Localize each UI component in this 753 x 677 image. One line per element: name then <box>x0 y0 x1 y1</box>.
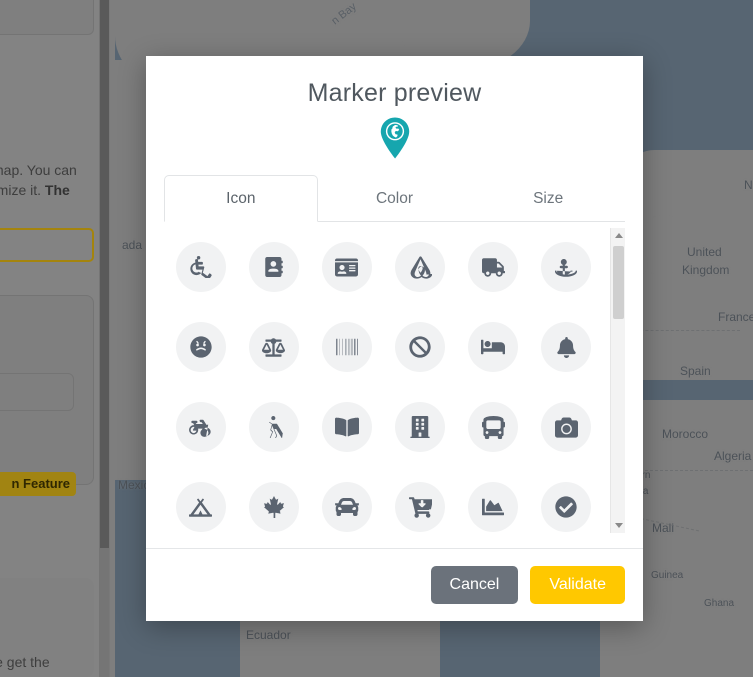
bus-icon <box>482 416 505 439</box>
tab-icon[interactable]: Icon <box>164 175 318 222</box>
icon-option-wheelchair[interactable] <box>164 242 237 292</box>
bed-icon <box>481 335 505 359</box>
icon-option-cart-arrow-down[interactable] <box>383 482 456 532</box>
icon-option-camera[interactable] <box>530 402 603 452</box>
marker-preview-modal: Marker preview Icon Color Size <box>146 56 643 621</box>
cart-arrow-down-icon <box>409 496 432 519</box>
icon-option-barcode[interactable] <box>310 322 383 372</box>
icon-option-blind-person[interactable] <box>237 402 310 452</box>
icon-option-id-card[interactable] <box>310 242 383 292</box>
icon-grid <box>164 228 625 532</box>
icon-option-balance-scale[interactable] <box>237 322 310 372</box>
icon-grid-scrollbar-thumb[interactable] <box>613 246 624 319</box>
icon-option-canadian-maple-leaf[interactable] <box>237 482 310 532</box>
icon-option-chart-area[interactable] <box>457 482 530 532</box>
address-book-icon <box>264 257 284 277</box>
icon-option-check-circle[interactable] <box>530 482 603 532</box>
icon-option-bicycle[interactable] <box>164 402 237 452</box>
modal-footer: Cancel Validate <box>146 548 643 621</box>
icon-grid-scrollbar-track[interactable] <box>610 228 625 533</box>
car-icon <box>335 495 359 519</box>
icon-option-ban[interactable] <box>383 322 456 372</box>
icon-option-building[interactable] <box>383 402 456 452</box>
building-icon <box>410 416 430 438</box>
balance-scale-icon <box>262 336 285 359</box>
icon-option-car[interactable] <box>310 482 383 532</box>
tab-color[interactable]: Color <box>318 175 472 222</box>
ban-icon <box>409 336 431 358</box>
map-pin-globe-icon <box>380 117 410 159</box>
icon-option-ambulance[interactable] <box>457 242 530 292</box>
icon-option-book-open[interactable] <box>310 402 383 452</box>
scroll-up-arrow-icon[interactable] <box>611 228 625 243</box>
icon-grid-area <box>164 228 625 533</box>
check-circle-icon <box>555 496 577 518</box>
ambulance-icon <box>482 256 505 279</box>
campground-icon <box>189 496 212 519</box>
icon-option-campground[interactable] <box>164 482 237 532</box>
tab-size[interactable]: Size <box>471 175 625 222</box>
cancel-button[interactable]: Cancel <box>431 566 519 604</box>
icon-option-angry-face[interactable] <box>164 322 237 372</box>
icon-option-bed[interactable] <box>457 322 530 372</box>
book-open-icon <box>335 415 359 439</box>
icon-option-airbnb[interactable] <box>383 242 456 292</box>
canadian-maple-leaf-icon <box>263 496 285 518</box>
anchor-icon <box>555 256 577 278</box>
bell-icon <box>556 337 577 358</box>
barcode-icon <box>336 336 358 358</box>
modal-title: Marker preview <box>146 79 643 108</box>
angry-face-icon <box>190 336 212 358</box>
id-card-icon <box>335 256 358 279</box>
app-root: n Bay ada Mexico Ecuador United Kingdom … <box>0 0 753 677</box>
chart-area-icon <box>482 496 504 518</box>
icon-option-bus[interactable] <box>457 402 530 452</box>
bicycle-icon <box>189 415 213 439</box>
airbnb-icon <box>409 256 432 279</box>
validate-button[interactable]: Validate <box>530 566 625 604</box>
icon-option-bell[interactable] <box>530 322 603 372</box>
modal-tabs: Icon Color Size <box>164 175 625 222</box>
camera-icon <box>555 416 578 439</box>
blind-person-icon <box>264 416 284 438</box>
icon-option-anchor[interactable] <box>530 242 603 292</box>
wheelchair-icon <box>190 256 212 278</box>
marker-preview-pin <box>146 117 643 159</box>
icon-option-address-book[interactable] <box>237 242 310 292</box>
scroll-down-arrow-icon[interactable] <box>611 518 625 533</box>
